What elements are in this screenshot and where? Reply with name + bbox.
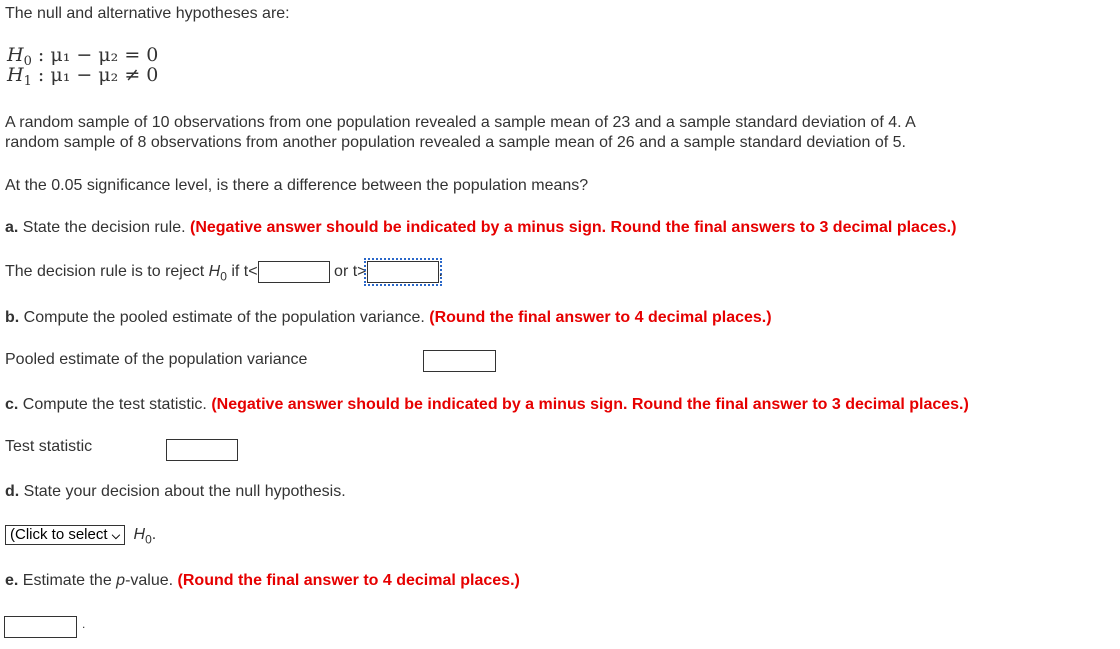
- part-e-note: (Round the final answer to 4 decimal pla…: [177, 572, 520, 589]
- h1-subscript: 1: [23, 74, 32, 89]
- period: .: [82, 617, 86, 631]
- h0-symbol: H: [133, 526, 146, 544]
- problem-line-2: random sample of 8 observations from ano…: [5, 134, 906, 151]
- period: .: [151, 526, 157, 544]
- problem-line-1: A random sample of 10 observations from …: [5, 114, 916, 131]
- h0-symbol: H: [208, 263, 221, 281]
- if-t-less-label: if t<: [226, 263, 258, 281]
- decision-select-value: (Click to select: [10, 526, 108, 543]
- test-statistic-label: Test statistic: [5, 438, 93, 455]
- part-a-text: State the decision rule.: [18, 219, 190, 236]
- p-value-input[interactable]: [4, 616, 77, 638]
- part-c-note: (Negative answer should be indicated by …: [211, 396, 969, 413]
- part-a-note: (Negative answer should be indicated by …: [190, 219, 957, 236]
- decision-rule-prefix: The decision rule is to reject: [5, 263, 209, 281]
- alternative-hypothesis: H1 : μ₁ − μ₂ ≠ 0: [7, 64, 158, 89]
- part-c-letter: c.: [5, 396, 19, 413]
- part-e-text-2: -value.: [125, 572, 178, 589]
- or-t-greater-label: or t>: [334, 263, 367, 281]
- part-e-prompt: e. Estimate the p-value. (Round the fina…: [5, 572, 520, 590]
- lower-critical-value-input[interactable]: [257, 261, 330, 283]
- decision-rule-row: The decision rule is to reject H0 if t< …: [5, 258, 443, 286]
- part-b-letter: b.: [5, 309, 20, 326]
- h0-expression: : μ₁ − μ₂ = 0: [37, 44, 159, 66]
- h0-symbol: H: [7, 44, 24, 66]
- question-text: At the 0.05 significance level, is there…: [5, 177, 589, 194]
- part-a-letter: a.: [5, 219, 19, 236]
- part-e-letter: e.: [5, 572, 19, 589]
- part-b-prompt: b. Compute the pooled estimate of the po…: [5, 309, 772, 327]
- chevron-down-icon: ⌵: [111, 530, 121, 542]
- h1-expression: : μ₁ − μ₂ ≠ 0: [37, 64, 159, 86]
- part-d-letter: d.: [5, 483, 20, 500]
- decision-select[interactable]: (Click to select ⌵: [5, 525, 126, 545]
- pooled-variance-label: Pooled estimate of the population varian…: [5, 351, 308, 368]
- test-statistic-input[interactable]: [166, 439, 238, 461]
- upper-critical-value-input[interactable]: [363, 258, 442, 286]
- part-b-text: Compute the pooled estimate of the popul…: [19, 309, 430, 326]
- pooled-variance-input[interactable]: [423, 350, 496, 372]
- h1-symbol: H: [7, 64, 24, 86]
- h0-subscript: 0: [220, 269, 227, 284]
- intro-text: The null and alternative hypotheses are:: [5, 5, 290, 22]
- p-symbol: p: [116, 572, 126, 589]
- decision-row: (Click to select ⌵ H0.: [5, 525, 156, 546]
- h0-subscript: 0: [145, 532, 152, 547]
- part-c-prompt: c. Compute the test statistic. (Negative…: [5, 396, 969, 414]
- part-a-prompt: a. State the decision rule. (Negative an…: [5, 219, 956, 237]
- part-e-text: Estimate the: [18, 572, 117, 589]
- part-b-note: (Round the final answer to 4 decimal pla…: [429, 309, 772, 326]
- period: .: [438, 263, 443, 281]
- part-d-prompt: d. State your decision about the null hy…: [5, 483, 346, 501]
- part-c-text: Compute the test statistic.: [18, 396, 212, 413]
- part-d-text: State your decision about the null hypot…: [19, 483, 346, 500]
